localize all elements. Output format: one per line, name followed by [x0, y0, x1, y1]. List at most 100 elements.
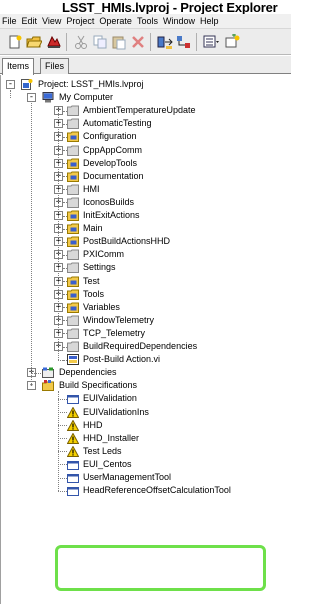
tab-files[interactable]: Files — [40, 58, 70, 74]
tree-item-label: HHD — [83, 419, 103, 430]
tree-item-folder[interactable]: + Main — [1, 222, 290, 235]
folder-icon — [67, 276, 79, 287]
tree-item-build-spec[interactable]: EUIValidationIns — [1, 405, 290, 419]
tree-item-label: Dependencies — [59, 367, 117, 378]
tree-connector — [63, 346, 67, 348]
tree-item-folder[interactable]: + Documentation — [1, 170, 290, 183]
build-icon[interactable] — [157, 34, 173, 50]
tab-strip: Items Files — [0, 56, 291, 75]
tree-item-label: TCP_Telemetry — [83, 327, 146, 338]
tree-item-folder[interactable]: + Tools — [1, 288, 290, 301]
tree-connector — [58, 390, 59, 491]
tree-connector — [58, 412, 67, 413]
tree-item-build-spec[interactable]: EUIValidation — [1, 392, 290, 405]
computer-icon — [42, 92, 54, 103]
paste-icon[interactable] — [111, 34, 127, 50]
folder-icon — [67, 184, 79, 195]
tree-connector — [63, 163, 67, 165]
tree-item-folder[interactable]: + CppAppComm — [1, 144, 290, 157]
tree-item-folder[interactable]: + Test — [1, 275, 290, 288]
warning-icon — [66, 419, 80, 431]
tree-connector — [58, 451, 67, 453]
tree-item-folder[interactable]: + AutomaticTesting — [1, 117, 290, 130]
menu-view[interactable]: View — [40, 14, 63, 28]
view-options-icon[interactable] — [203, 34, 219, 50]
tree-item-folder[interactable]: + Variables — [1, 301, 290, 314]
folder-icon — [67, 131, 79, 143]
tree-item-folder[interactable]: + PostBuildActionsHHD — [1, 235, 290, 248]
tree-connector — [63, 202, 67, 204]
add-icon[interactable] — [224, 34, 240, 50]
tree-item-folder[interactable]: + InitExitActions — [1, 209, 290, 222]
tree-connector — [63, 333, 67, 335]
menu-bar: File Edit View Project Operate Tools Window Hel… — [0, 14, 291, 29]
tree-item-build-spec[interactable]: Test Leds — [1, 445, 290, 458]
new-icon[interactable] — [7, 34, 23, 50]
tree-connector — [63, 267, 67, 269]
menu-file[interactable]: File — [0, 14, 19, 28]
tree-item-dependencies[interactable]: + Dependencies — [1, 366, 290, 379]
collapse-toggle-icon[interactable]: - — [27, 93, 36, 103]
tree-item-build-spec[interactable]: HHD_Installer — [1, 432, 290, 445]
folder-icon — [67, 328, 79, 339]
tree-item-folder[interactable]: + DevelopTools — [1, 157, 290, 170]
folder-icon — [67, 341, 79, 352]
tree-item-build-spec[interactable]: HHD — [1, 419, 290, 432]
tree-connector — [58, 490, 67, 492]
tree-item-build-spec[interactable]: EUI_Centos — [1, 458, 290, 471]
tree-item-folder[interactable]: + BuildRequiredDependencies — [1, 340, 290, 353]
tree-item-label: BuildRequiredDependencies — [83, 341, 198, 351]
tree-connector — [58, 106, 59, 360]
tree-connector — [63, 123, 67, 125]
tree-item-label: Post-Build Action.vi — [83, 354, 161, 365]
tree-item-label: CppAppComm — [83, 144, 143, 155]
project-icon — [21, 79, 33, 90]
menu-project[interactable]: Project — [64, 14, 96, 28]
tree-item-label: PostBuildActionsHHD — [83, 236, 171, 247]
tree-item-folder[interactable]: + Configuration — [1, 130, 290, 143]
cut-icon[interactable] — [73, 34, 89, 50]
tree-item-label: Build Specifications — [59, 380, 138, 391]
tree-item-folder[interactable]: + IconosBuilds — [1, 196, 290, 209]
toolbar-separator — [66, 33, 67, 51]
tree-item-folder[interactable]: + AmbientTemperatureUpdate — [1, 104, 290, 117]
build-specifications-icon — [42, 380, 54, 392]
tree-item-build-specifications[interactable]: - Build Specifications — [1, 379, 290, 392]
warning-icon — [66, 432, 80, 444]
menu-tools[interactable]: Tools — [135, 14, 160, 28]
open-icon[interactable] — [26, 34, 42, 50]
menu-edit[interactable]: Edit — [20, 14, 40, 28]
hierarchy-icon[interactable] — [176, 34, 192, 50]
menu-window[interactable]: Window — [161, 14, 197, 28]
tree-item-build-spec[interactable]: UserManagementTool — [1, 471, 290, 484]
folder-icon — [67, 236, 79, 248]
tree-item-label: Main — [83, 223, 103, 234]
project-tree: - Project: LSST_HMIs.lvproj - My Computer + A… — [0, 75, 291, 604]
delete-icon[interactable] — [130, 34, 146, 50]
window-title: LSST_HMIs.lvproj - Project Explorer — [62, 0, 278, 15]
tree-item-vi[interactable]: Post-Build Action.vi — [1, 353, 290, 366]
tree-item-folder[interactable]: + TCP_Telemetry — [1, 327, 290, 340]
tree-connector — [63, 307, 67, 309]
folder-icon — [67, 158, 79, 169]
tree-item-folder[interactable]: + PXIComm — [1, 248, 290, 261]
tree-item-my-computer[interactable]: - My Computer — [1, 91, 290, 104]
folder-icon — [67, 262, 79, 274]
tree-item-project[interactable]: - Project: LSST_HMIs.lvproj — [1, 78, 290, 91]
warning-icon — [66, 445, 80, 457]
tree-item-folder[interactable]: + WindowTelemetry — [1, 314, 290, 327]
tree-item-label: Documentation — [83, 170, 144, 181]
tab-items[interactable]: Items — [2, 58, 35, 75]
tree-item-label: Test Leds — [83, 445, 122, 456]
tree-item-folder[interactable]: + HMI — [1, 183, 290, 196]
menu-operate[interactable]: Operate — [97, 14, 134, 28]
tree-item-label: AmbientTemperatureUpdate — [83, 105, 196, 116]
tree-connector — [58, 425, 67, 427]
collapse-toggle-icon[interactable]: - — [6, 80, 15, 89]
tree-item-folder[interactable]: + Settings — [1, 261, 290, 274]
copy-icon[interactable] — [92, 34, 108, 50]
menu-help[interactable]: Help — [198, 14, 221, 28]
folder-icon — [67, 171, 79, 182]
save-all-icon[interactable] — [46, 34, 62, 50]
tree-item-build-spec[interactable]: HeadReferenceOffsetCalculationTool — [1, 484, 290, 497]
